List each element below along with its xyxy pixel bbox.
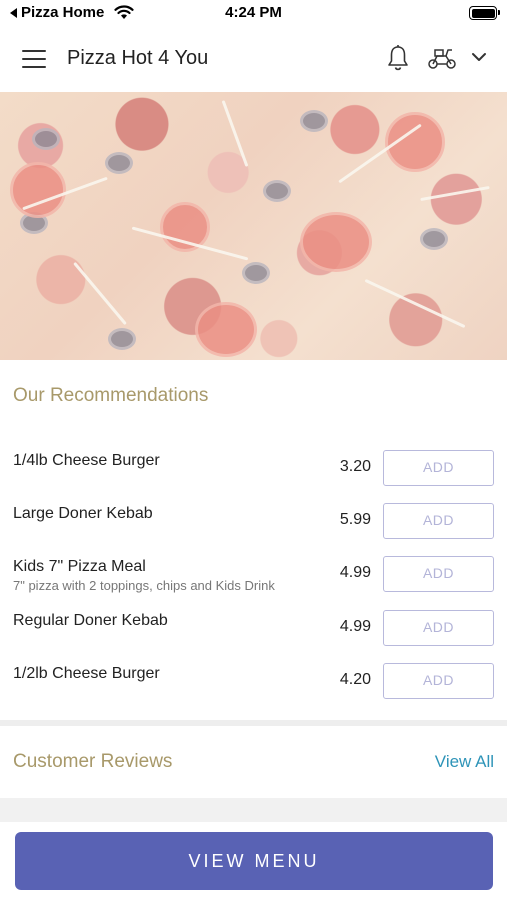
recommendations-section: Our Recommendations 1/4lb Cheese Burger …: [0, 360, 507, 720]
pizza-tomato: [10, 162, 66, 218]
pizza-olive: [300, 110, 328, 132]
reviews-title: Customer Reviews: [13, 751, 173, 772]
item-price: 5.99: [339, 511, 371, 528]
item-name: 1/2lb Cheese Burger: [13, 665, 160, 682]
item-name: Kids 7" Pizza Meal: [13, 558, 146, 575]
pizza-olive: [263, 180, 291, 202]
pizza-olive: [32, 128, 60, 150]
pizza-tomato: [195, 302, 257, 357]
app-header: Pizza Hot 4 You: [0, 26, 507, 92]
item-name: Large Doner Kebab: [13, 505, 153, 522]
pizza-olive: [108, 328, 136, 350]
recommendations-title: Our Recommendations: [13, 385, 209, 406]
item-name: Regular Doner Kebab: [13, 612, 168, 629]
add-button[interactable]: ADD: [383, 450, 494, 486]
status-time: 4:24 PM: [225, 4, 282, 21]
pizza-olive: [242, 262, 270, 284]
bottom-bar: VIEW MENU: [0, 822, 507, 900]
item-price: 4.99: [339, 564, 371, 581]
item-price: 3.20: [339, 458, 371, 475]
pizza-olive: [105, 152, 133, 174]
list-item: 1/2lb Cheese Burger 4.20 ADD: [0, 663, 507, 713]
add-button[interactable]: ADD: [383, 556, 494, 592]
battery-icon: [469, 6, 500, 20]
menu-icon[interactable]: [22, 50, 46, 68]
item-description: 7" pizza with 2 toppings, chips and Kids…: [13, 578, 275, 593]
add-button[interactable]: ADD: [383, 610, 494, 646]
view-menu-button[interactable]: VIEW MENU: [15, 832, 493, 890]
chevron-down-icon[interactable]: [470, 50, 488, 64]
add-button[interactable]: ADD: [383, 663, 494, 699]
item-price: 4.20: [339, 671, 371, 688]
section-divider: [0, 798, 507, 822]
list-item: Kids 7" Pizza Meal 7" pizza with 2 toppi…: [0, 556, 507, 606]
pizza-cheese: [221, 100, 249, 167]
view-all-link[interactable]: View All: [435, 752, 494, 772]
status-bar: Pizza Home 4:24 PM: [0, 0, 507, 26]
bell-icon[interactable]: [386, 44, 410, 72]
list-item: Regular Doner Kebab 4.99 ADD: [0, 610, 507, 660]
pizza-olive: [420, 228, 448, 250]
hero-pizza-image: [0, 92, 507, 360]
reviews-section: Customer Reviews View All: [0, 726, 507, 798]
pizza-tomato: [300, 212, 372, 272]
pizza-cheese: [73, 261, 127, 326]
item-name: 1/4lb Cheese Burger: [13, 452, 160, 469]
item-price: 4.99: [339, 618, 371, 635]
pizza-cheese: [420, 185, 490, 202]
add-button[interactable]: ADD: [383, 503, 494, 539]
list-item: Large Doner Kebab 5.99 ADD: [0, 503, 507, 553]
pizza-cheese: [364, 278, 466, 329]
list-item: 1/4lb Cheese Burger 3.20 ADD: [0, 450, 507, 500]
page-title: Pizza Hot 4 You: [67, 47, 209, 69]
scooter-icon[interactable]: [426, 46, 458, 70]
